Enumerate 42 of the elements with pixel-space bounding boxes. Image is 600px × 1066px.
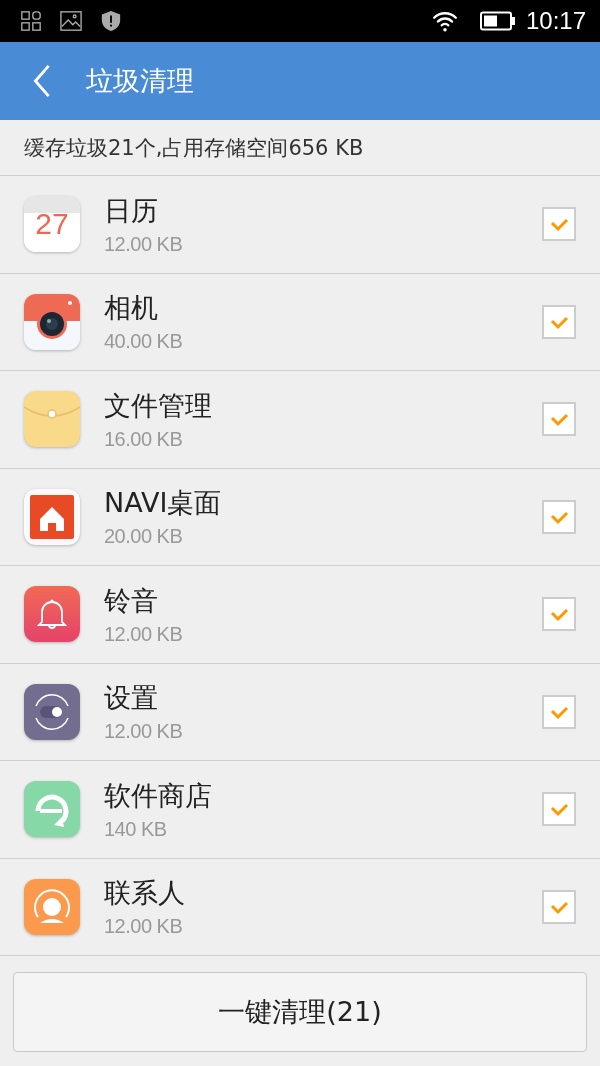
cache-size: 12.00 KB [104, 232, 184, 256]
house-icon [24, 488, 80, 545]
wifi-icon [431, 10, 458, 32]
app-name: 软件商店 [104, 778, 213, 813]
battery-icon [479, 11, 516, 31]
image-icon [60, 10, 82, 32]
bell-icon [24, 586, 80, 643]
cache-size: 40.00 KB [104, 330, 184, 354]
calendar-icon: 27 [24, 196, 80, 253]
app-name: NAVI桌面 [104, 486, 223, 521]
checkbox[interactable] [542, 597, 576, 632]
app-name: 相机 [104, 291, 159, 326]
app-name: 设置 [104, 681, 159, 716]
clean-button[interactable]: 一键清理(21) [13, 972, 587, 1052]
cache-size: 12.00 KB [104, 915, 184, 939]
cache-size: 16.00 KB [104, 427, 184, 451]
checkbox[interactable] [542, 499, 576, 534]
clock-time: 10:17 [525, 7, 586, 35]
checkbox[interactable] [542, 792, 576, 827]
app-name: 联系人 [104, 876, 186, 911]
cache-size: 12.00 KB [104, 622, 184, 646]
app-name: 日历 [104, 193, 159, 228]
page-title: 垃圾清理 [86, 64, 194, 98]
app-name: 铃音 [104, 583, 159, 618]
shield-icon [100, 10, 122, 32]
summary-text: 缓存垃圾21个,占用存储空间656 KB [0, 120, 600, 176]
cache-size: 20.00 KB [104, 525, 184, 549]
person-icon [24, 878, 80, 935]
toggle-switch-icon [24, 683, 80, 740]
checkbox[interactable] [542, 207, 576, 242]
back-icon[interactable] [32, 64, 52, 98]
checkbox[interactable] [542, 889, 576, 924]
checkbox[interactable] [542, 694, 576, 729]
cache-size: 140 KB [104, 817, 168, 841]
camera-icon [24, 293, 80, 350]
checkbox[interactable] [542, 304, 576, 339]
grid-icon [20, 10, 42, 32]
envelope-icon [24, 391, 80, 448]
app-name: 文件管理 [104, 388, 213, 423]
store-logo-icon [24, 781, 80, 838]
checkbox[interactable] [542, 402, 576, 437]
cache-size: 12.00 KB [104, 720, 184, 744]
